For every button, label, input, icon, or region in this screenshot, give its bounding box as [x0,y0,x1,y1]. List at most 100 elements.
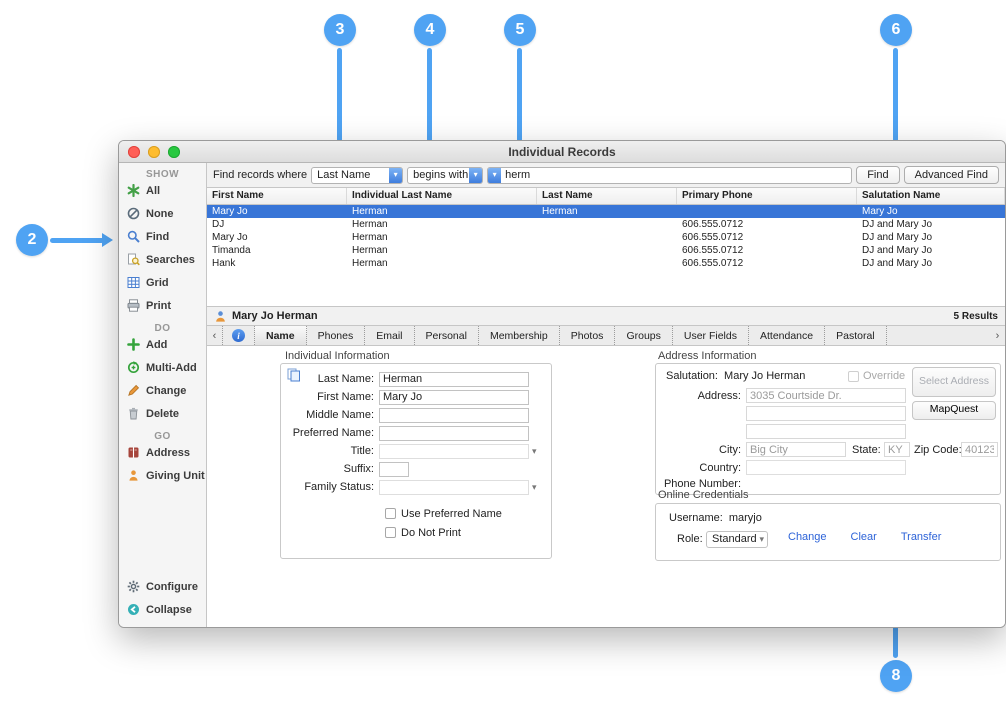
address-line2-field[interactable] [746,406,906,421]
column-header-salutation[interactable]: Salutation Name [857,188,1005,204]
search-input[interactable] [501,168,851,183]
operator-dropdown[interactable]: begins with [407,167,483,184]
sidebar-item-address[interactable]: Address [119,441,206,464]
country-field[interactable] [746,460,906,475]
address-book-icon [126,446,140,460]
callout-3: 3 [324,14,356,46]
sidebar-item-grid[interactable]: Grid [119,271,206,294]
family-status-dropdown[interactable] [379,480,529,495]
select-address-button[interactable]: Select Address [912,367,996,397]
copy-icon[interactable] [287,368,301,385]
transfer-link[interactable]: Transfer [901,531,942,543]
use-preferred-name-checkbox[interactable] [385,508,396,519]
column-header-individual-last[interactable]: Individual Last Name [347,188,537,204]
sidebar-item-label: Print [146,300,171,312]
sidebar-item-delete[interactable]: Delete [119,402,206,425]
sidebar-item-label: Delete [146,408,179,420]
first-name-field[interactable] [379,390,529,405]
city-field[interactable] [746,442,846,457]
table-row[interactable]: Timanda Herman 606.555.0712 DJ and Mary … [207,244,1005,257]
tab-photos[interactable]: Photos [560,326,616,345]
field-dropdown-value: Last Name [312,168,389,183]
tab-email[interactable]: Email [365,326,414,345]
tab-name[interactable]: Name [255,326,307,345]
clear-link[interactable]: Clear [851,531,877,543]
sidebar-item-all[interactable]: All [119,179,206,202]
chevron-down-icon[interactable] [488,168,501,183]
sidebar-item-print[interactable]: Print [119,294,206,317]
collapse-icon [126,603,140,617]
tab-pastoral[interactable]: Pastoral [825,326,887,345]
use-preferred-name-label: Use Preferred Name [401,508,502,520]
address-line3-field[interactable] [746,424,906,439]
tab-user-fields[interactable]: User Fields [673,326,749,345]
zip-code-field[interactable] [961,442,998,457]
sidebar-item-searches[interactable]: Searches [119,248,206,271]
chevron-down-icon[interactable] [469,168,482,183]
chevron-down-icon[interactable] [759,534,764,547]
table-header: First Name Individual Last Name Last Nam… [207,188,1005,205]
sidebar-item-collapse[interactable]: Collapse [119,598,206,621]
field-dropdown[interactable]: Last Name [311,167,403,184]
sidebar-item-label: Add [146,339,167,351]
tabs-scroll-left-icon[interactable] [207,326,222,345]
screenshot-root: { "callouts": { "c2": "2", "c3": "3", "c… [0,0,1006,706]
find-records-where-label: Find records where [213,169,307,181]
zoom-window-button[interactable] [168,146,180,158]
sidebar-item-multi-add[interactable]: Multi-Add [119,356,206,379]
chevron-down-icon[interactable] [532,446,537,457]
role-dropdown[interactable]: Standard [706,531,768,548]
column-header-last-name[interactable]: Last Name [537,188,677,204]
tab-personal[interactable]: Personal [415,326,479,345]
advanced-find-button[interactable]: Advanced Find [904,166,999,184]
chevron-down-icon[interactable] [532,482,537,493]
change-link[interactable]: Change [788,531,827,543]
title-bar[interactable]: Individual Records [119,141,1005,163]
suffix-label: Suffix: [281,463,379,475]
tab-membership[interactable]: Membership [479,326,560,345]
find-bar: Find records where Last Name begins with… [207,163,1005,188]
tab-info[interactable] [222,326,255,345]
sidebar-section-do: DO [119,317,206,333]
column-header-primary-phone[interactable]: Primary Phone [677,188,857,204]
title-label: Title: [281,445,379,457]
tabs-scroll-right-icon[interactable] [990,326,1005,345]
tab-groups[interactable]: Groups [615,326,672,345]
override-checkbox[interactable] [848,371,859,382]
suffix-field[interactable] [379,462,409,477]
address-line1-field[interactable] [746,388,906,403]
gear-icon [126,580,140,594]
state-label: State: [852,444,881,456]
last-name-field[interactable] [379,372,529,387]
sidebar-item-label: Change [146,385,186,397]
saved-search-icon [126,253,140,267]
sidebar-item-none[interactable]: None [119,202,206,225]
chevron-down-icon[interactable] [389,168,402,183]
state-field[interactable] [884,442,910,457]
tab-attendance[interactable]: Attendance [749,326,825,345]
do-not-print-checkbox[interactable] [385,527,396,538]
sidebar-item-change[interactable]: Change [119,379,206,402]
table-row[interactable]: DJ Herman 606.555.0712 DJ and Mary Jo [207,218,1005,231]
sidebar-item-configure[interactable]: Configure [119,575,206,598]
middle-name-field[interactable] [379,408,529,423]
preferred-name-field[interactable] [379,426,529,441]
search-icon [126,230,140,244]
table-row[interactable]: Mary Jo Herman 606.555.0712 DJ and Mary … [207,231,1005,244]
sidebar-item-label: Configure [146,581,198,593]
current-record-name: Mary Jo Herman [232,310,318,322]
find-button[interactable]: Find [856,166,899,184]
title-dropdown[interactable] [379,444,529,459]
close-window-button[interactable] [128,146,140,158]
mapquest-button[interactable]: MapQuest [912,401,996,420]
column-header-first-name[interactable]: First Name [207,188,347,204]
minimize-window-button[interactable] [148,146,160,158]
sidebar-item-giving-unit[interactable]: Giving Unit [119,464,206,487]
country-label: Country: [656,462,741,474]
table-row[interactable]: Mary Jo Herman Herman Mary Jo [207,205,1005,218]
sidebar-item-find[interactable]: Find [119,225,206,248]
sidebar-item-add[interactable]: Add [119,333,206,356]
table-row[interactable]: Hank Herman 606.555.0712 DJ and Mary Jo [207,257,1005,270]
tab-phones[interactable]: Phones [307,326,366,345]
detail-panel: Individual Information Last Name: First … [207,346,1005,627]
